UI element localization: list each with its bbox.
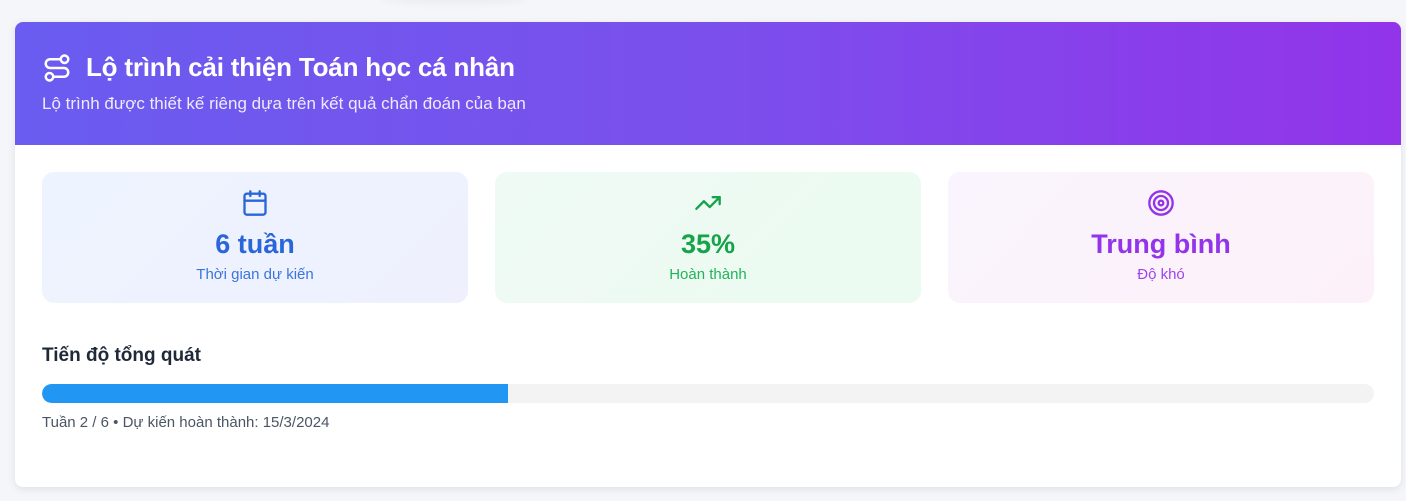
header-row: Lộ trình cải thiện Toán học cá nhân — [42, 52, 1374, 83]
stat-card-duration: 6 tuần Thời gian dự kiến — [42, 172, 468, 303]
page-title: Lộ trình cải thiện Toán học cá nhân — [86, 52, 515, 82]
progress-caption: Tuần 2 / 6 • Dự kiến hoàn thành: 15/3/20… — [42, 414, 330, 431]
stat-card-difficulty: Trung bình Độ khó — [948, 172, 1374, 303]
progress-title: Tiến độ tổng quát — [42, 345, 202, 366]
stat-label-completion: Hoàn thành — [669, 266, 747, 283]
progress-bar — [42, 384, 1374, 403]
progress-bar-fill — [42, 384, 509, 403]
stat-value-duration: 6 tuần — [215, 229, 295, 259]
stats-row: 6 tuần Thời gian dự kiến 35% Hoàn thành — [42, 172, 1374, 303]
roadmap-body: 6 tuần Thời gian dự kiến 35% Hoàn thành — [15, 145, 1401, 431]
calendar-icon — [241, 189, 269, 217]
stat-label-duration: Thời gian dự kiến — [196, 266, 314, 283]
stat-card-completion: 35% Hoàn thành — [495, 172, 921, 303]
stat-value-completion: 35% — [680, 229, 736, 259]
target-icon — [1147, 189, 1175, 217]
stat-value-difficulty: Trung bình — [1091, 229, 1231, 259]
trending-up-icon — [694, 189, 722, 217]
roadmap-header: Lộ trình cải thiện Toán học cá nhân Lộ t… — [15, 22, 1401, 145]
route-icon — [42, 53, 72, 83]
top-shadow — [380, 0, 530, 4]
stat-label-difficulty: Độ khó — [1137, 266, 1185, 283]
page-subtitle: Lộ trình được thiết kế riêng dựa trên kế… — [42, 94, 526, 113]
roadmap-card: Lộ trình cải thiện Toán học cá nhân Lộ t… — [15, 22, 1401, 487]
